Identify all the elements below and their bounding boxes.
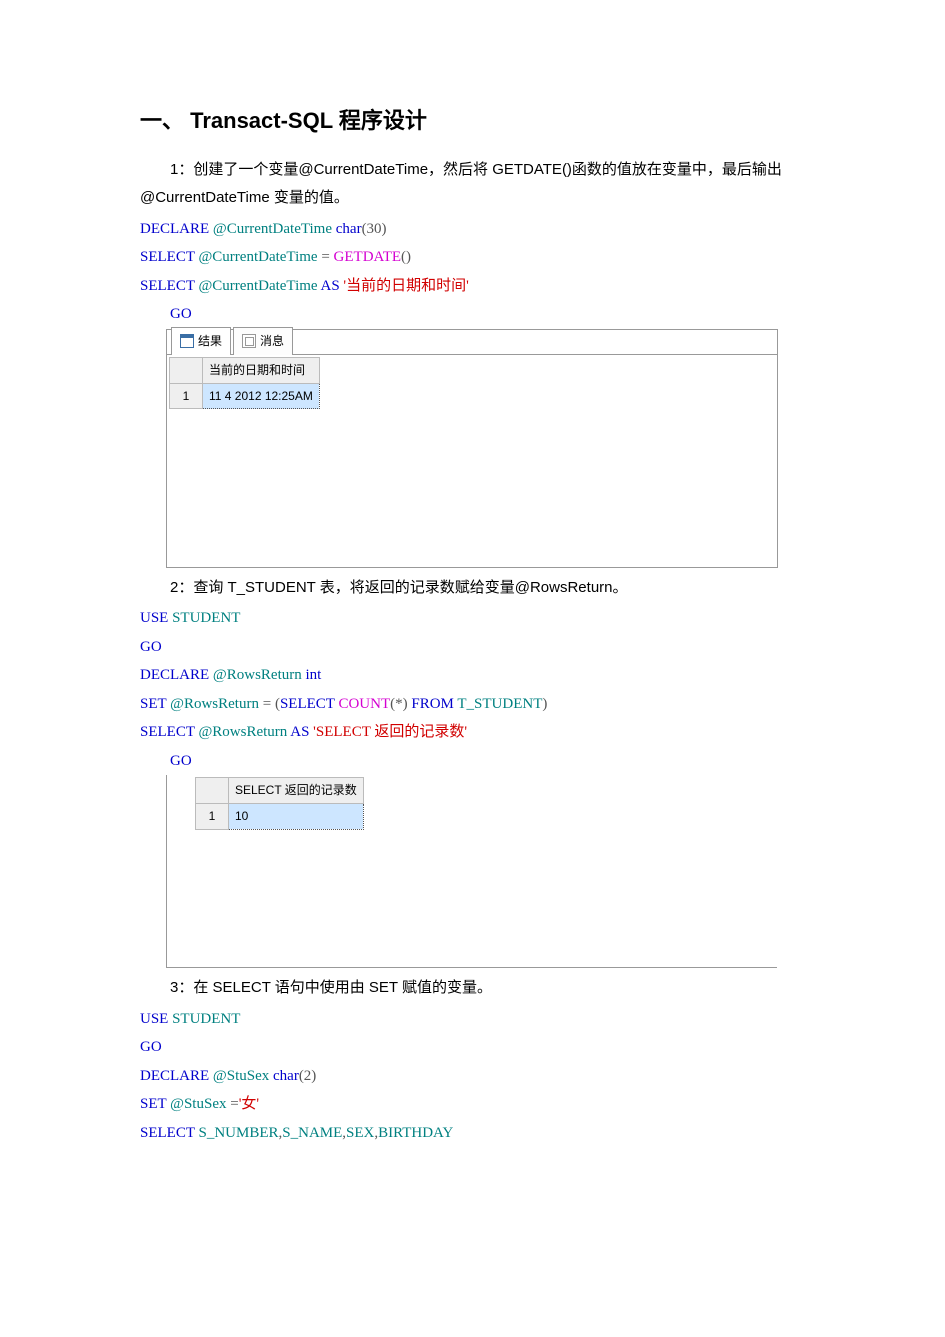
code-text: (30) bbox=[362, 221, 387, 237]
code-text: ( bbox=[271, 696, 280, 712]
grid-icon bbox=[180, 334, 194, 348]
code-text: SEX bbox=[346, 1125, 374, 1141]
string-literal: 'SELECT 返回的记录数' bbox=[309, 724, 467, 740]
results-panel-2: SELECT 返回的记录数 1 10 bbox=[166, 775, 777, 968]
kw-go: GO bbox=[170, 747, 805, 776]
kw-declare: DECLARE bbox=[140, 667, 209, 683]
code-text: @CurrentDateTime bbox=[195, 278, 321, 294]
code-text: @StuSex bbox=[209, 1068, 273, 1084]
results-grid: 当前的日期和时间 1 11 4 2012 12:25AM bbox=[169, 357, 320, 410]
code-text: @RowsReturn bbox=[209, 667, 305, 683]
kw-as: AS bbox=[320, 278, 339, 294]
code-line: USE STUDENT bbox=[140, 604, 805, 633]
code-text: = bbox=[263, 696, 271, 712]
kw-declare: DECLARE bbox=[140, 1068, 209, 1084]
kw-select: SELECT bbox=[140, 249, 195, 265]
kw-set: SET bbox=[140, 696, 166, 712]
code-text: (2) bbox=[299, 1068, 317, 1084]
code-text: = bbox=[230, 1096, 238, 1112]
string-literal: '女' bbox=[239, 1096, 259, 1112]
code-line: SELECT @RowsReturn AS 'SELECT 返回的记录数' bbox=[140, 718, 805, 747]
kw-use: USE bbox=[140, 1011, 168, 1027]
table-header-row: 当前的日期和时间 bbox=[170, 357, 320, 383]
tab-results-label: 结果 bbox=[198, 330, 222, 353]
kw-use: USE bbox=[140, 610, 168, 626]
tab-results[interactable]: 结果 bbox=[171, 327, 231, 355]
tab-messages[interactable]: 消息 bbox=[233, 327, 293, 355]
code-text: ) bbox=[542, 696, 547, 712]
kw-declare: DECLARE bbox=[140, 221, 209, 237]
tabs-row: 结果 消息 bbox=[167, 330, 777, 355]
table-header-row: SELECT 返回的记录数 bbox=[196, 778, 364, 804]
kw-from: FROM bbox=[408, 696, 454, 712]
results-panel-1: 结果 消息 当前的日期和时间 1 11 4 2012 12:25AM bbox=[166, 329, 778, 568]
kw-go: GO bbox=[140, 633, 805, 662]
code-text: @RowsReturn bbox=[166, 696, 262, 712]
kw-select: SELECT bbox=[140, 278, 195, 294]
code-text: @CurrentDateTime bbox=[209, 221, 336, 237]
func-count: COUNT bbox=[335, 696, 390, 712]
kw-select: SELECT bbox=[140, 1125, 195, 1141]
kw-select: SELECT bbox=[140, 724, 195, 740]
section1-desc: 1：创建了一个变量@CurrentDateTime，然后将 GETDATE()函… bbox=[140, 156, 805, 213]
table-row: 1 10 bbox=[196, 804, 364, 830]
code-text: S_NAME bbox=[282, 1125, 342, 1141]
kw-go: GO bbox=[140, 1033, 805, 1062]
code-text: = bbox=[321, 249, 329, 265]
results-body: SELECT 返回的记录数 1 10 bbox=[167, 775, 777, 967]
kw-char: char bbox=[273, 1068, 299, 1084]
kw-int: int bbox=[306, 667, 322, 683]
rownum-header bbox=[170, 357, 203, 383]
code-text: STUDENT bbox=[168, 1011, 240, 1027]
func-getdate: GETDATE bbox=[330, 249, 401, 265]
code-line: SELECT @CurrentDateTime = GETDATE() bbox=[140, 243, 805, 272]
column-header[interactable]: 当前的日期和时间 bbox=[203, 357, 320, 383]
kw-go: GO bbox=[170, 300, 805, 329]
code-text: @CurrentDateTime bbox=[195, 249, 322, 265]
results-grid: SELECT 返回的记录数 1 10 bbox=[195, 777, 364, 830]
row-number[interactable]: 1 bbox=[170, 383, 203, 409]
section2-desc: 2：查询 T_STUDENT 表，将返回的记录数赋给变量@RowsReturn。 bbox=[140, 574, 805, 603]
result-cell[interactable]: 10 bbox=[229, 804, 364, 830]
code-line: DECLARE @RowsReturn int bbox=[140, 661, 805, 690]
table-row: 1 11 4 2012 12:25AM bbox=[170, 383, 320, 409]
kw-select: SELECT bbox=[280, 696, 335, 712]
row-number[interactable]: 1 bbox=[196, 804, 229, 830]
code-text: (*) bbox=[390, 696, 408, 712]
kw-char: char bbox=[336, 221, 362, 237]
result-cell[interactable]: 11 4 2012 12:25AM bbox=[203, 383, 320, 409]
results-body: 当前的日期和时间 1 11 4 2012 12:25AM bbox=[167, 355, 777, 567]
column-header[interactable]: SELECT 返回的记录数 bbox=[229, 778, 364, 804]
code-line: USE STUDENT bbox=[140, 1005, 805, 1034]
code-line: SELECT S_NUMBER,S_NAME,SEX,BIRTHDAY bbox=[140, 1119, 805, 1148]
kw-as: AS bbox=[290, 724, 309, 740]
code-text: BIRTHDAY bbox=[378, 1125, 453, 1141]
code-text: STUDENT bbox=[168, 610, 240, 626]
messages-icon bbox=[242, 334, 256, 348]
code-text: T_STUDENT bbox=[454, 696, 542, 712]
code-text: () bbox=[401, 249, 411, 265]
string-literal: '当前的日期和时间' bbox=[340, 278, 469, 294]
section3-desc: 3：在 SELECT 语句中使用由 SET 赋值的变量。 bbox=[140, 974, 805, 1003]
code-text: S_NUMBER bbox=[195, 1125, 279, 1141]
rownum-header bbox=[196, 778, 229, 804]
code-line: DECLARE @StuSex char(2) bbox=[140, 1062, 805, 1091]
code-text: @StuSex bbox=[166, 1096, 230, 1112]
code-line: SET @RowsReturn = (SELECT COUNT(*) FROM … bbox=[140, 690, 805, 719]
code-text: @RowsReturn bbox=[195, 724, 291, 740]
code-line: SELECT @CurrentDateTime AS '当前的日期和时间' bbox=[140, 272, 805, 301]
tab-messages-label: 消息 bbox=[260, 330, 284, 353]
code-line: SET @StuSex ='女' bbox=[140, 1090, 805, 1119]
kw-set: SET bbox=[140, 1096, 166, 1112]
page-heading: 一、 Transact-SQL 程序设计 bbox=[140, 100, 805, 142]
code-line: DECLARE @CurrentDateTime char(30) bbox=[140, 215, 805, 244]
